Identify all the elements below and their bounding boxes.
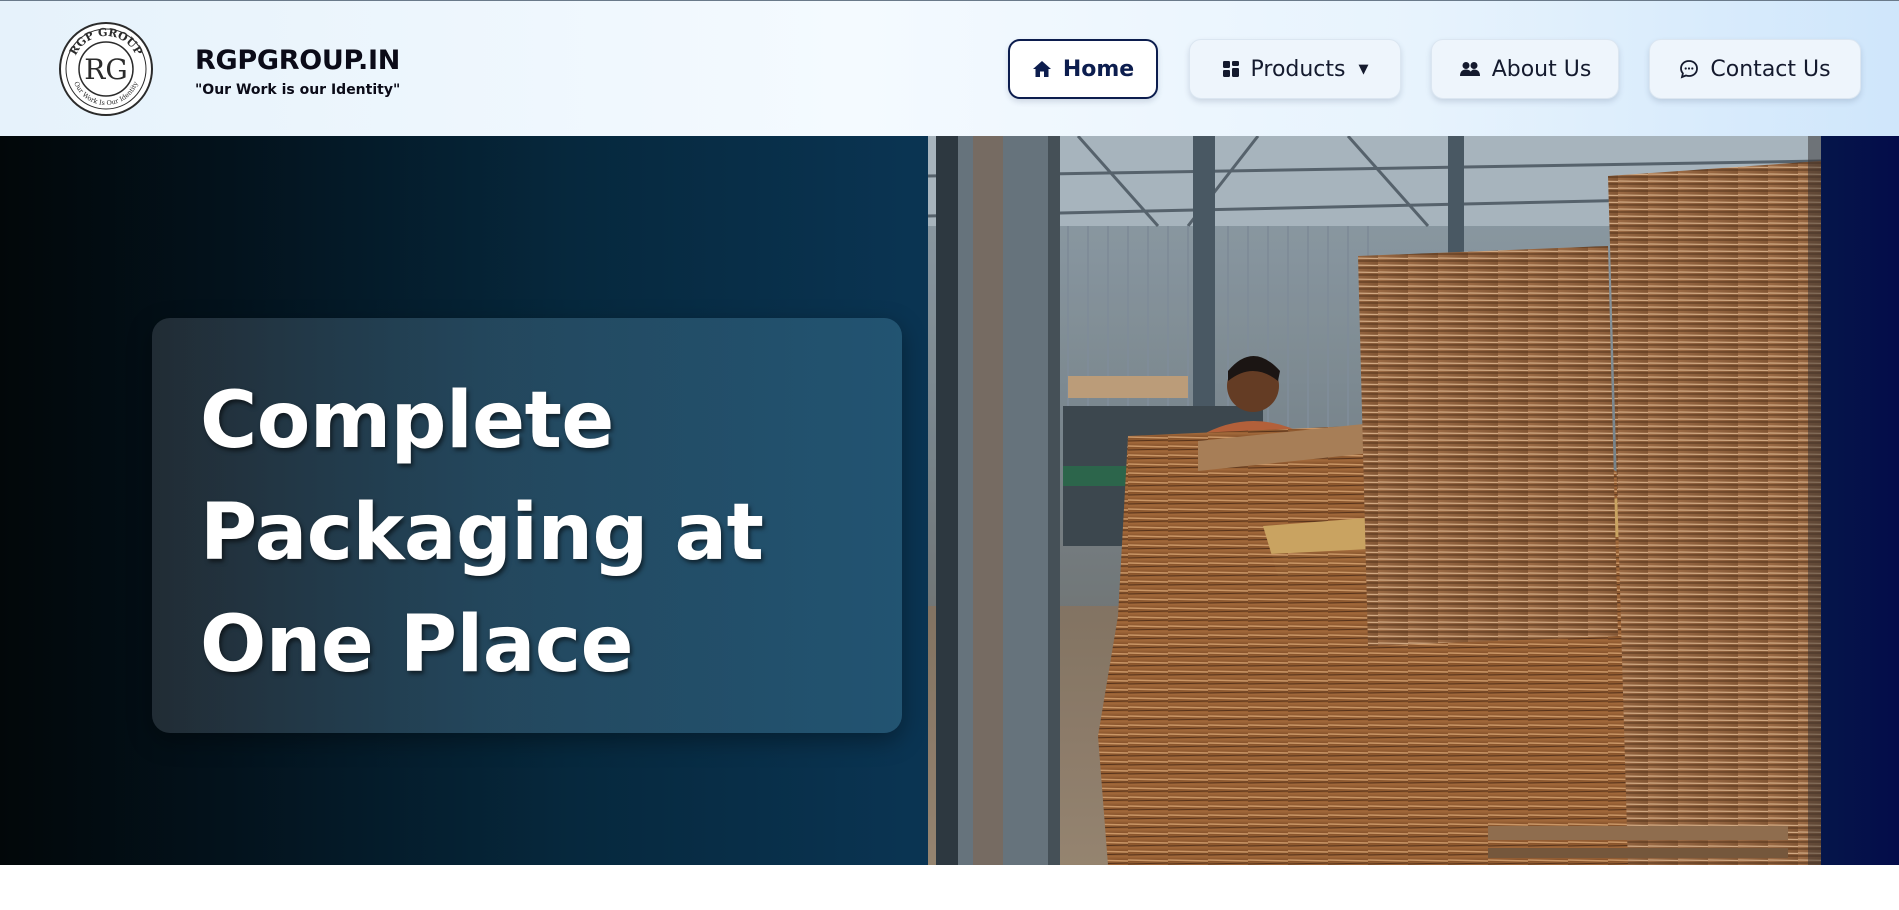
home-icon bbox=[1032, 61, 1051, 77]
nav-contact-label: Contact Us bbox=[1710, 56, 1831, 82]
hero-headline-line-1: Complete bbox=[200, 376, 614, 466]
hero-warehouse-image bbox=[928, 136, 1821, 865]
rgp-logo[interactable]: RGP GROUP Our Work Is Our Identity RG bbox=[58, 21, 154, 117]
nav-products-button[interactable]: Products ▼ bbox=[1189, 39, 1401, 99]
nav-products-label: Products bbox=[1250, 56, 1346, 82]
nav-home-label: Home bbox=[1062, 56, 1135, 82]
hero-headline-line-3: One Place bbox=[200, 600, 634, 690]
chat-bubble-icon bbox=[1680, 60, 1699, 79]
nav-home-button[interactable]: Home bbox=[1008, 39, 1158, 99]
hero-headline-line-2: Packaging at bbox=[200, 488, 764, 578]
brand-title[interactable]: RGPGROUP.IN bbox=[195, 45, 400, 76]
users-icon bbox=[1459, 62, 1480, 76]
nav-about-label: About Us bbox=[1491, 56, 1592, 82]
chevron-down-icon: ▼ bbox=[1358, 61, 1369, 77]
page-below-fold bbox=[0, 865, 1899, 910]
logo-monogram: RG bbox=[84, 53, 127, 86]
brand-tagline: "Our Work is our Identity" bbox=[195, 82, 401, 98]
nav-contact-button[interactable]: Contact Us bbox=[1649, 39, 1861, 99]
hero-section: Complete Packaging at One Place bbox=[0, 136, 1899, 865]
site-header: RGP GROUP Our Work Is Our Identity RG RG… bbox=[0, 0, 1899, 136]
grid-icon bbox=[1222, 61, 1239, 77]
nav-about-button[interactable]: About Us bbox=[1431, 39, 1619, 99]
